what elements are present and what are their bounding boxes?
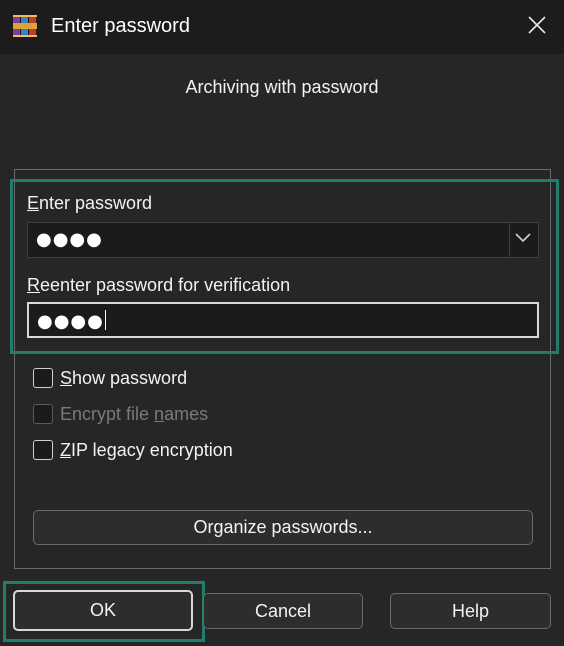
cancel-button[interactable]: Cancel (203, 593, 363, 629)
zip-legacy-encryption-checkbox[interactable]: ZIP legacy encryption (33, 437, 233, 463)
show-password-checkbox[interactable]: Show password (33, 365, 187, 391)
checkbox-label: Encrypt file names (60, 403, 209, 424)
dialog-subtitle: Archiving with password (185, 77, 379, 97)
encrypt-file-names-checkbox: Encrypt file names (33, 401, 208, 427)
checkbox-box[interactable] (33, 368, 53, 388)
checkbox-box (33, 404, 53, 424)
checkbox-label: Show password (60, 367, 188, 388)
checkbox-label: ZIP legacy encryption (60, 439, 233, 460)
password-fields-highlight (10, 179, 559, 354)
close-icon (527, 15, 547, 40)
enter-password-dialog: Enter password Archiving with password E… (0, 0, 564, 646)
close-button[interactable] (510, 0, 564, 54)
window-title: Enter password (51, 15, 190, 37)
title-bar: Enter password (0, 0, 564, 54)
winrar-books-icon (12, 13, 38, 39)
ok-button-highlight (3, 581, 205, 642)
organize-passwords-button[interactable]: Organize passwords... (33, 510, 533, 545)
help-button[interactable]: Help (390, 593, 551, 629)
checkbox-box[interactable] (33, 440, 53, 460)
